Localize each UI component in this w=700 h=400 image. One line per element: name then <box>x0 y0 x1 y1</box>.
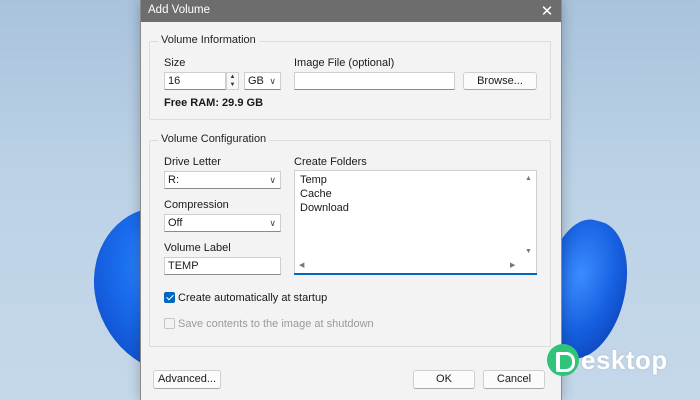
create-startup-checkbox[interactable] <box>164 292 175 303</box>
volume-configuration-label: Volume Configuration <box>158 133 270 145</box>
volume-label-input[interactable] <box>164 257 281 275</box>
free-ram-label: Free RAM: 29.9 GB <box>164 97 264 109</box>
close-icon: ✕ <box>540 3 554 20</box>
size-label: Size <box>164 57 186 69</box>
scroll-down-icon[interactable]: ▼ <box>525 248 532 255</box>
create-folders-listbox[interactable]: Temp Cache Download ▲ ▼ ◀ ▶ <box>294 170 537 274</box>
watermark-text: esktop <box>581 344 668 375</box>
scroll-right-icon[interactable]: ▶ <box>510 261 515 269</box>
save-contents-label[interactable]: Save contents to the image at shutdown <box>178 318 374 330</box>
list-item[interactable]: Cache <box>300 188 332 200</box>
list-item[interactable]: Download <box>300 202 349 214</box>
create-folders-label: Create Folders <box>294 156 367 168</box>
scroll-up-icon[interactable]: ▲ <box>525 175 532 182</box>
drive-letter-value: R: <box>168 174 179 186</box>
compression-value: Off <box>168 217 183 229</box>
drive-letter-label: Drive Letter <box>164 156 221 168</box>
compression-label: Compression <box>164 199 229 211</box>
horizontal-scrollbar[interactable]: ◀ ▶ <box>296 260 522 272</box>
image-file-input[interactable] <box>294 72 455 90</box>
browse-button[interactable]: Browse... <box>463 72 537 90</box>
watermark: esktop <box>547 343 668 377</box>
watermark-logo-icon <box>547 344 579 376</box>
list-item[interactable]: Temp <box>300 174 327 186</box>
window-title: Add Volume <box>148 4 211 16</box>
chevron-down-icon: ∨ <box>269 76 276 86</box>
drive-letter-select[interactable]: R: ∨ <box>164 171 281 189</box>
save-contents-checkbox[interactable] <box>164 318 175 329</box>
advanced-button[interactable]: Advanced... <box>153 370 221 389</box>
size-input[interactable] <box>164 72 226 90</box>
volume-information-label: Volume Information <box>158 34 259 46</box>
stepper-down-icon[interactable]: ▼ <box>227 81 238 89</box>
desktop-background: Add Volume ✕ Volume Information Size ▲ ▼… <box>0 0 700 400</box>
ok-button[interactable]: OK <box>413 370 475 389</box>
stepper-up-icon[interactable]: ▲ <box>227 73 238 81</box>
create-startup-label[interactable]: Create automatically at startup <box>178 292 327 304</box>
compression-select[interactable]: Off ∨ <box>164 214 281 232</box>
listbox-focus-underline <box>294 273 537 275</box>
size-unit-value: GB <box>248 75 264 87</box>
image-file-label: Image File (optional) <box>294 57 395 69</box>
volume-label-label: Volume Label <box>164 242 231 254</box>
close-button[interactable]: ✕ <box>533 0 561 22</box>
scroll-left-icon[interactable]: ◀ <box>299 261 304 269</box>
titlebar: Add Volume ✕ <box>141 0 561 22</box>
vertical-scrollbar[interactable]: ▲ ▼ <box>523 172 535 260</box>
size-stepper[interactable]: ▲ ▼ <box>226 72 239 90</box>
cancel-button[interactable]: Cancel <box>483 370 545 389</box>
add-volume-dialog: Add Volume ✕ Volume Information Size ▲ ▼… <box>140 0 562 400</box>
chevron-down-icon: ∨ <box>269 175 276 185</box>
size-unit-select[interactable]: GB ∨ <box>244 72 281 90</box>
chevron-down-icon: ∨ <box>269 218 276 228</box>
